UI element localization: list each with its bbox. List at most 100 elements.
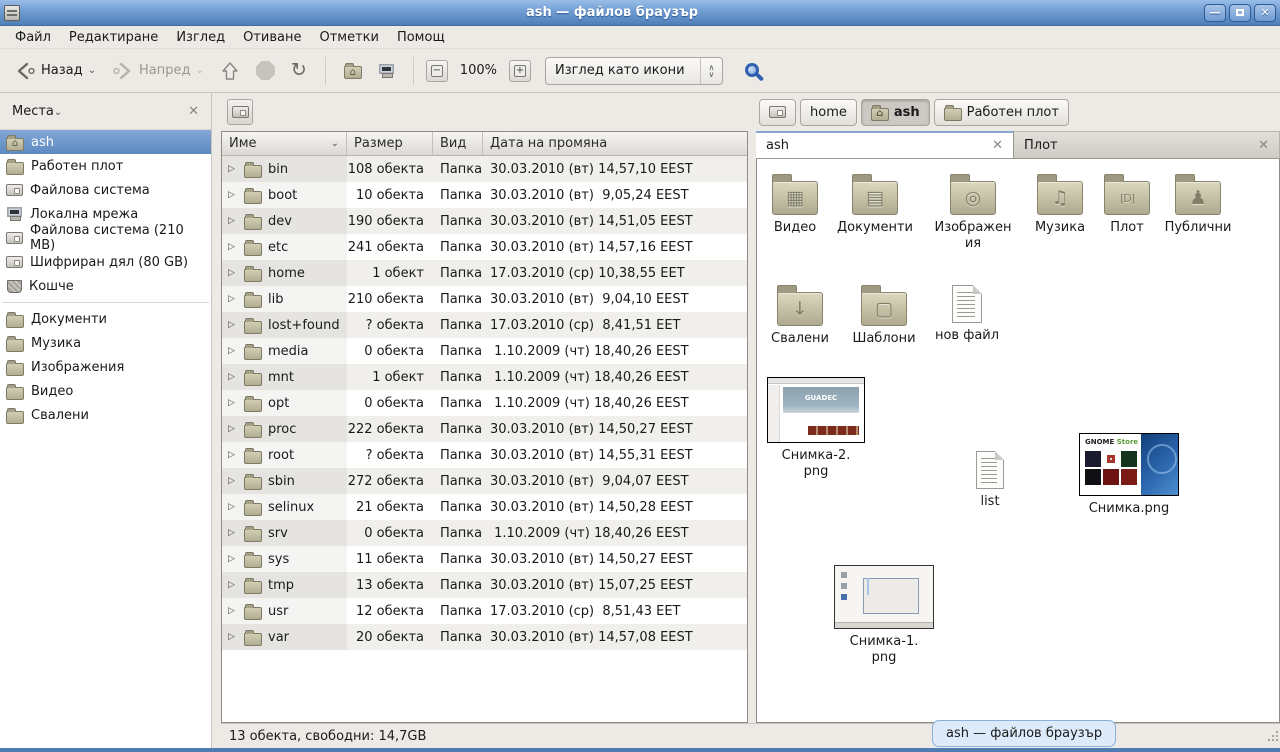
expander-icon[interactable]: ▷ — [228, 242, 238, 252]
spinner-icon[interactable]: ∧ ∨ — [700, 58, 722, 84]
icon-view[interactable]: ▦ Видео ▤ Документи ◎ Изображения ♫ — [756, 159, 1280, 723]
path-button-ash[interactable]: ⌂ash — [861, 99, 930, 126]
expander-icon[interactable]: ▷ — [228, 164, 238, 174]
menu-edit[interactable]: Редактиране — [60, 28, 167, 47]
expander-icon[interactable]: ▷ — [228, 606, 238, 616]
expander-icon[interactable]: ▷ — [228, 268, 238, 278]
column-header-name[interactable]: Име⌄ — [222, 132, 347, 155]
search-button[interactable] — [727, 56, 773, 86]
expander-icon[interactable]: ▷ — [228, 190, 238, 200]
expander-icon[interactable]: ▷ — [228, 372, 238, 382]
file-icon-snimka-2-png[interactable]: GUADEC Снимка-2.png — [761, 377, 871, 480]
sidebar-item-pictures[interactable]: Изображения — [0, 355, 211, 379]
sidebar-item-videos[interactable]: Видео — [0, 379, 211, 403]
table-row-sys[interactable]: ▷sys11 обектаПапка30.03.2010 (вт) 14,50,… — [222, 546, 747, 572]
file-icon-public-folder[interactable]: ♟ Публични — [1156, 173, 1240, 236]
forward-button[interactable]: Напред ⌄ — [106, 56, 210, 86]
expander-icon[interactable]: ▷ — [228, 580, 238, 590]
menu-view[interactable]: Изглед — [167, 28, 234, 47]
table-row-proc[interactable]: ▷proc222 обектаПапка30.03.2010 (вт) 14,5… — [222, 416, 747, 442]
expander-icon[interactable]: ▷ — [228, 424, 238, 434]
sidebar-item-desktop[interactable]: Работен плот — [0, 154, 211, 178]
table-row-usr[interactable]: ▷usr12 обектаПапка17.03.2010 (ср) 8,51,4… — [222, 598, 747, 624]
expander-icon[interactable]: ▷ — [228, 346, 238, 356]
expander-icon[interactable]: ▷ — [228, 476, 238, 486]
sidebar-item-downloads[interactable]: Свалени — [0, 403, 211, 427]
file-icon-new-file[interactable]: нов файл — [925, 281, 1009, 344]
table-row-dev[interactable]: ▷dev190 обектаПапка30.03.2010 (вт) 14,51… — [222, 208, 747, 234]
close-button[interactable]: ✕ — [1254, 4, 1276, 22]
title-bar[interactable]: ash — файлов браузър — ✕ — [0, 0, 1280, 26]
table-row-boot[interactable]: ▷boot10 обектаПапка30.03.2010 (вт) 9,05,… — [222, 182, 747, 208]
menu-file[interactable]: Файл — [6, 28, 60, 47]
expander-icon[interactable]: ▷ — [228, 528, 238, 538]
home-button[interactable]: ⌂ — [338, 57, 368, 84]
up-button[interactable] — [214, 55, 246, 87]
sidebar-item-encrypted-80gb[interactable]: Шифриран дял (80 GB) — [0, 250, 211, 274]
expander-icon[interactable]: ▷ — [228, 554, 238, 564]
sidebar-item-filesystem[interactable]: Файлова система — [0, 178, 211, 202]
window-list-button[interactable]: ash — файлов браузър — [932, 720, 1116, 747]
table-row-srv[interactable]: ▷srv0 обектаПапка 1.10.2009 (чт) 18,40,2… — [222, 520, 747, 546]
maximize-button[interactable] — [1229, 4, 1251, 22]
table-row-sbin[interactable]: ▷sbin272 обектаПапка30.03.2010 (вт) 9,04… — [222, 468, 747, 494]
expander-icon[interactable]: ▷ — [228, 216, 238, 226]
sidebar-item-filesystem-210mb[interactable]: Файлова система (210 MB) — [0, 226, 211, 250]
path-button-root[interactable] — [759, 99, 796, 126]
file-icon-pictures-folder[interactable]: ◎ Изображения — [929, 173, 1017, 252]
file-icon-downloads-folder[interactable]: ↓ Свалени — [758, 284, 842, 347]
table-row-lost-found[interactable]: ▷lost+found? обектаПапка17.03.2010 (ср) … — [222, 312, 747, 338]
menu-bookmarks[interactable]: Отметки — [310, 28, 387, 47]
tab-close-icon[interactable]: ✕ — [992, 138, 1003, 153]
column-header-type[interactable]: Вид — [433, 132, 483, 155]
back-button[interactable]: Назад ⌄ — [8, 56, 102, 86]
tab-ash[interactable]: ash✕ — [756, 131, 1014, 158]
table-row-etc[interactable]: ▷etc241 обектаПапка30.03.2010 (вт) 14,57… — [222, 234, 747, 260]
file-icon-list[interactable]: list — [955, 447, 1025, 510]
expander-icon[interactable]: ▷ — [228, 632, 238, 642]
file-icon-snimka-png[interactable]: GNOME Store Снимка.png — [1075, 433, 1183, 517]
menu-help[interactable]: Помощ — [388, 28, 454, 47]
sidebar-splitter[interactable] — [212, 93, 221, 748]
expander-icon[interactable]: ▷ — [228, 502, 238, 512]
sidebar-title-dropdown[interactable]: Места⌄ — [12, 104, 62, 119]
file-icon-video-folder[interactable]: ▦ Видео — [757, 173, 833, 236]
reload-button[interactable]: ↻ — [285, 56, 313, 85]
view-mode-select[interactable]: Изглед като икони ∧ ∨ — [545, 57, 723, 85]
table-row-home[interactable]: ▷home1 обектПапка17.03.2010 (ср) 10,38,5… — [222, 260, 747, 286]
table-row-lib[interactable]: ▷lib210 обектаПапка30.03.2010 (вт) 9,04,… — [222, 286, 747, 312]
path-button-home[interactable]: home — [800, 99, 857, 126]
table-row-tmp[interactable]: ▷tmp13 обектаПапка30.03.2010 (вт) 15,07,… — [222, 572, 747, 598]
file-icon-snimka-1-png[interactable]: Снимка-1.png — [829, 565, 939, 666]
expander-icon[interactable]: ▷ — [228, 320, 238, 330]
root-path-button[interactable] — [227, 99, 253, 125]
resize-grip-icon[interactable] — [1266, 729, 1278, 741]
back-history-chevron-icon[interactable]: ⌄ — [88, 65, 96, 76]
table-row-selinux[interactable]: ▷selinux21 обектаПапка30.03.2010 (вт) 14… — [222, 494, 747, 520]
tab-plot[interactable]: Плот✕ — [1014, 131, 1280, 158]
table-row-bin[interactable]: ▷bin108 обектаПапка30.03.2010 (вт) 14,57… — [222, 156, 747, 182]
expander-icon[interactable]: ▷ — [228, 450, 238, 460]
table-row-var[interactable]: ▷var20 обектаПапка30.03.2010 (вт) 14,57,… — [222, 624, 747, 650]
stop-button[interactable] — [250, 56, 281, 85]
file-icon-templates-folder[interactable]: ▢ Шаблони — [842, 284, 926, 347]
column-header-date[interactable]: Дата на промяна — [483, 132, 747, 155]
menu-go[interactable]: Отиване — [234, 28, 310, 47]
path-button-desktop[interactable]: Работен плот — [934, 99, 1069, 126]
table-row-root[interactable]: ▷root? обектаПапка30.03.2010 (вт) 14,55,… — [222, 442, 747, 468]
expander-icon[interactable]: ▷ — [228, 294, 238, 304]
zoom-out-button[interactable]: − — [426, 60, 448, 82]
file-icon-documents-folder[interactable]: ▤ Документи — [833, 173, 917, 236]
pane-splitter[interactable] — [748, 93, 756, 723]
zoom-in-button[interactable]: + — [509, 60, 531, 82]
sidebar-item-ash[interactable]: ⌂ ash — [0, 130, 211, 154]
table-row-mnt[interactable]: ▷mnt1 обектПапка 1.10.2009 (чт) 18,40,26… — [222, 364, 747, 390]
sidebar-close-button[interactable]: ✕ — [188, 104, 199, 119]
sidebar-item-trash[interactable]: Кошче — [0, 274, 211, 298]
table-row-opt[interactable]: ▷opt0 обектаПапка 1.10.2009 (чт) 18,40,2… — [222, 390, 747, 416]
computer-button[interactable] — [372, 59, 401, 83]
sidebar-item-music[interactable]: Музика — [0, 331, 211, 355]
table-row-media[interactable]: ▷media0 обектаПапка 1.10.2009 (чт) 18,40… — [222, 338, 747, 364]
tab-close-icon[interactable]: ✕ — [1258, 138, 1269, 153]
sidebar-item-documents[interactable]: Документи — [0, 307, 211, 331]
